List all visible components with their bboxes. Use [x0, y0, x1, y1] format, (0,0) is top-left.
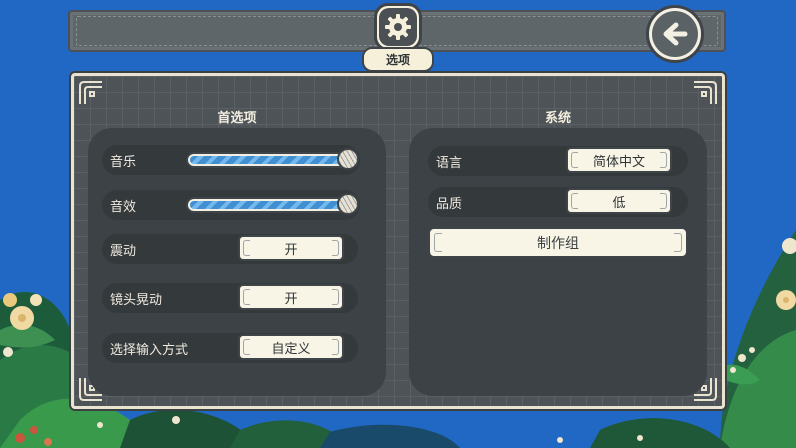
music-slider-track[interactable] — [186, 152, 352, 168]
sfx-slider-track[interactable] — [186, 197, 352, 213]
quality-row: 品质 低 — [428, 187, 688, 217]
back-button[interactable] — [646, 5, 704, 63]
quality-select[interactable]: 低 — [566, 188, 672, 214]
sfx-row: 音效 — [102, 190, 360, 220]
music-label: 音乐 — [110, 155, 137, 170]
input-method-label: 选择输入方式 — [110, 343, 189, 358]
sfx-slider-fill — [190, 201, 348, 209]
back-button-face — [652, 11, 698, 57]
page-title: 选项 — [362, 47, 434, 72]
input-method-row: 选择输入方式 自定义 — [102, 333, 358, 363]
input-method-select[interactable]: 自定义 — [238, 334, 344, 360]
language-select[interactable]: 简体中文 — [566, 147, 672, 173]
credits-button[interactable]: 制作组 — [428, 227, 688, 258]
settings-button[interactable] — [374, 3, 422, 51]
settings-button-face — [379, 8, 417, 46]
camera-shake-row: 镜头晃动 开 — [102, 283, 358, 313]
sfx-label: 音效 — [110, 200, 137, 215]
camera-shake-label: 镜头晃动 — [110, 293, 163, 308]
arrow-left-icon — [663, 22, 688, 46]
music-slider-fill — [190, 156, 348, 164]
camera-shake-toggle[interactable]: 开 — [238, 284, 344, 310]
corner-ornament — [78, 80, 104, 106]
music-row: 音乐 — [102, 145, 360, 175]
sfx-slider-handle[interactable] — [337, 193, 359, 215]
vibration-label: 震动 — [110, 244, 137, 259]
preferences-title: 首选项 — [217, 111, 257, 126]
corner-ornament — [692, 80, 718, 106]
system-title: 系统 — [544, 111, 571, 126]
gear-icon — [385, 14, 411, 40]
language-label: 语言 — [436, 156, 463, 171]
quality-label: 品质 — [436, 197, 463, 212]
vibration-toggle[interactable]: 开 — [238, 235, 344, 261]
music-slider-handle[interactable] — [337, 148, 359, 170]
language-row: 语言 简体中文 — [428, 146, 688, 176]
vibration-row: 震动 开 — [102, 234, 358, 264]
